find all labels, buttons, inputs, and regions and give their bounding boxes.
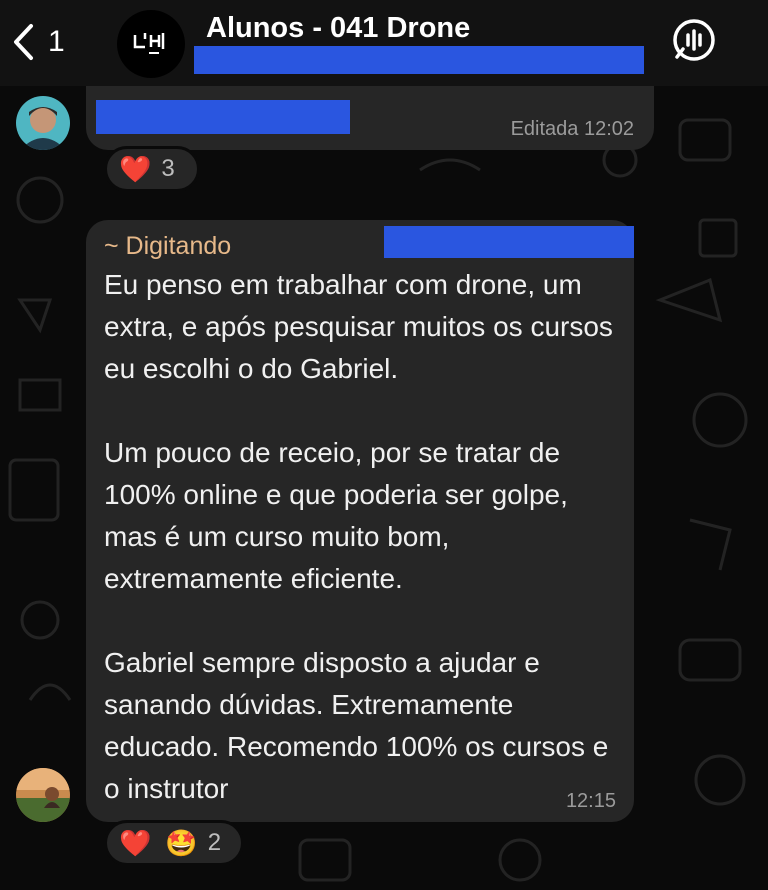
message-timestamp: 12:15 [565, 790, 616, 812]
group-title[interactable]: Alunos - 041 Drone [206, 12, 470, 45]
heart-emoji-icon: ❤️ [119, 154, 152, 184]
heart-emoji-icon: ❤️ [119, 828, 152, 858]
reaction-count: 3 [161, 155, 175, 182]
redacted-sender-phone [384, 226, 634, 258]
chat-header: 1 Alunos - 041 Drone [0, 0, 768, 86]
sender-name[interactable]: ~ Digitando [104, 232, 231, 261]
message-timestamp: Editada 12:02 [510, 118, 634, 140]
reactions-pill[interactable]: ❤️ 🤩 2 [104, 820, 244, 866]
unread-count: 1 [48, 25, 65, 58]
back-button[interactable]: 1 [12, 20, 65, 64]
chevron-left-icon [14, 24, 33, 60]
redacted-message-text [96, 100, 350, 134]
chat-screen: 1 Alunos - 041 Drone Editada 12:02 ❤️ 3 … [0, 0, 768, 890]
message-bubble[interactable]: Editada 12:02 [86, 86, 654, 150]
group-avatar[interactable] [117, 10, 185, 78]
reactions-pill[interactable]: ❤️ 3 [104, 146, 200, 192]
sender-avatar[interactable] [16, 96, 70, 150]
audio-waveform-icon [673, 19, 715, 61]
voice-chat-button[interactable] [671, 17, 717, 63]
star-struck-emoji-icon: 🤩 [165, 828, 198, 858]
person-photo [16, 96, 70, 150]
reaction-count: 2 [207, 829, 222, 856]
sender-avatar[interactable] [16, 768, 70, 822]
message-bubble[interactable]: ~ Digitando Eu penso em trabalhar com dr… [86, 220, 634, 822]
message-text: Eu penso em trabalhar com drone, um extr… [104, 269, 613, 804]
person-photo [16, 768, 70, 822]
group-logo-icon [133, 33, 165, 54]
redacted-participants [194, 46, 644, 74]
